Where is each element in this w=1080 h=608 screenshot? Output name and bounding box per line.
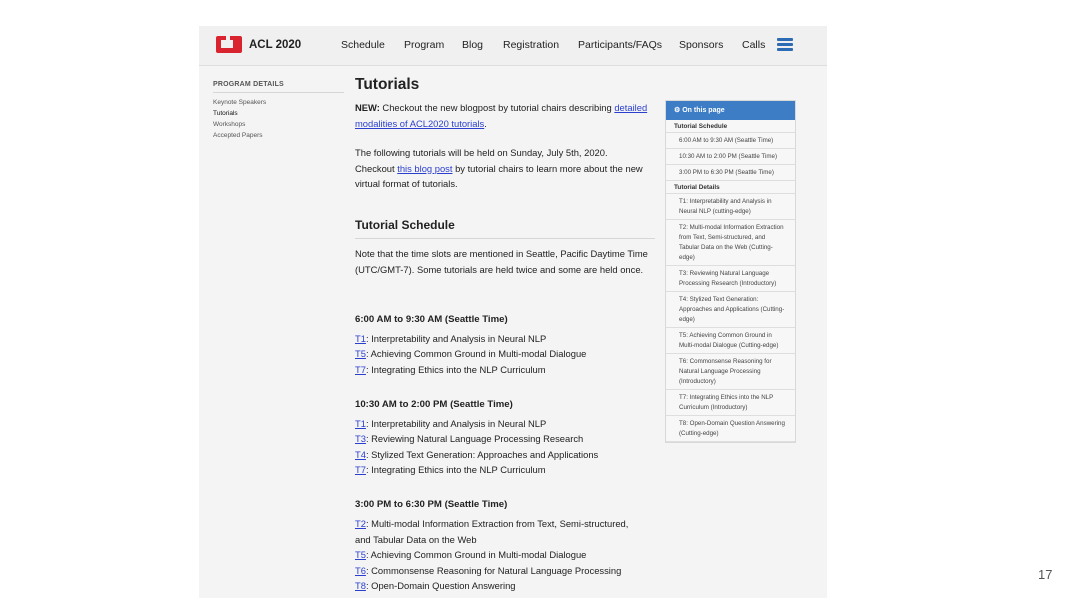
on-this-page-panel: ⚙ On this page Tutorial Schedule 6:00 AM… bbox=[665, 100, 796, 443]
tutorial-link[interactable]: T2 bbox=[355, 518, 366, 529]
tutorial-row: T1: Interpretability and Analysis in Neu… bbox=[355, 333, 546, 345]
tutorial-title: and Tabular Data on the Web bbox=[355, 534, 477, 545]
toc-item[interactable]: T4: Stylized Text Generation: Approaches… bbox=[666, 292, 795, 328]
tutorial-title: : Integrating Ethics into the NLP Curric… bbox=[365, 464, 546, 475]
tutorial-title: : Stylized Text Generation: Approaches a… bbox=[365, 449, 599, 460]
checkout-text: Checkout bbox=[355, 162, 398, 174]
toc-item[interactable]: T8: Open-Domain Question Answering (Cutt… bbox=[666, 416, 795, 442]
tutorial-row: T4: Stylized Text Generation: Approaches… bbox=[355, 449, 598, 461]
intro-end: . bbox=[484, 117, 487, 129]
blog-post-link[interactable]: this blog post bbox=[397, 163, 452, 174]
toc-item[interactable]: T6: Commonsense Reasoning for Natural La… bbox=[666, 354, 795, 390]
tutorial-link[interactable]: T6 bbox=[355, 565, 366, 576]
date-text: The following tutorials will be held on … bbox=[355, 147, 608, 158]
tutorial-title: : Integrating Ethics into the NLP Curric… bbox=[365, 364, 546, 375]
tutorial-title: : Open-Domain Question Answering bbox=[365, 580, 516, 591]
toc-section-schedule[interactable]: Tutorial Schedule bbox=[666, 120, 795, 133]
toc-item[interactable]: T1: Interpretability and Analysis in Neu… bbox=[666, 194, 795, 220]
tutorial-row: T6: Commonsense Reasoning for Natural La… bbox=[355, 565, 621, 577]
toc-item[interactable]: 3:00 PM to 6:30 PM (Seattle Time) bbox=[666, 165, 795, 181]
tutorial-row: T8: Open-Domain Question Answering bbox=[355, 580, 516, 592]
tutorial-title: : Reviewing Natural Language Processing … bbox=[365, 433, 584, 444]
page-title: Tutorials bbox=[355, 76, 420, 93]
top-navbar: ACL 2020 Schedule Program Blog Registrat… bbox=[199, 26, 827, 66]
brand-name[interactable]: ACL 2020 bbox=[249, 39, 301, 51]
toc-item[interactable]: 6:00 AM to 9:30 AM (Seattle Time) bbox=[666, 133, 795, 149]
sidebar-item-tutorials[interactable]: Tutorials bbox=[213, 110, 238, 117]
toc-item[interactable]: 10:30 AM to 2:00 PM (Seattle Time) bbox=[666, 149, 795, 165]
toc-item[interactable]: T2: Multi-modal Information Extraction f… bbox=[666, 220, 795, 266]
tutorial-link[interactable]: T7 bbox=[355, 464, 366, 475]
tutorial-row: T3: Reviewing Natural Language Processin… bbox=[355, 433, 583, 445]
sidebar-item-workshops[interactable]: Workshops bbox=[213, 121, 245, 128]
schedule-intro-paragraph: The following tutorials will be held on … bbox=[355, 145, 657, 192]
sidebar-item-accepted-papers[interactable]: Accepted Papers bbox=[213, 132, 263, 139]
tutorial-row: T5: Achieving Common Ground in Multi-mod… bbox=[355, 348, 586, 360]
slot-heading: 10:30 AM to 2:00 PM (Seattle Time) bbox=[355, 399, 513, 410]
tutorial-title: : Multi-modal Information Extraction fro… bbox=[365, 518, 629, 529]
tutorial-row: T2: Multi-modal Information Extraction f… bbox=[355, 518, 628, 530]
tutorial-row: T5: Achieving Common Ground in Multi-mod… bbox=[355, 549, 586, 561]
heading-divider bbox=[355, 238, 655, 239]
gear-icon: ⚙ bbox=[674, 107, 681, 114]
acl-logo-icon[interactable] bbox=[216, 36, 242, 53]
new-label: NEW: bbox=[355, 102, 380, 113]
tutorial-link[interactable]: T1 bbox=[355, 418, 366, 429]
tutorial-row: T1: Interpretability and Analysis in Neu… bbox=[355, 418, 546, 430]
sidebar-item-keynote-speakers[interactable]: Keynote Speakers bbox=[213, 99, 266, 106]
nav-item-schedule[interactable]: Schedule bbox=[341, 39, 385, 51]
nav-item-program[interactable]: Program bbox=[404, 39, 444, 51]
nav-item-registration[interactable]: Registration bbox=[503, 39, 559, 51]
tutorial-link[interactable]: T3 bbox=[355, 433, 366, 444]
tutorial-row: T7: Integrating Ethics into the NLP Curr… bbox=[355, 364, 546, 376]
nav-item-calls[interactable]: Calls bbox=[742, 39, 765, 51]
tutorial-link[interactable]: T1 bbox=[355, 333, 366, 344]
tutorial-title: : Commonsense Reasoning for Natural Lang… bbox=[365, 565, 622, 576]
slot-heading: 3:00 PM to 6:30 PM (Seattle Time) bbox=[355, 499, 508, 510]
tutorial-link[interactable]: T5 bbox=[355, 348, 366, 359]
tutorial-title: : Interpretability and Analysis in Neura… bbox=[365, 418, 547, 429]
sidebar-heading: PROGRAM DETAILS bbox=[213, 81, 284, 88]
tutorial-link[interactable]: T5 bbox=[355, 549, 366, 560]
hamburger-menu-icon[interactable] bbox=[777, 38, 793, 51]
toc-title: On this page bbox=[682, 107, 725, 114]
tutorial-schedule-heading: Tutorial Schedule bbox=[355, 218, 455, 232]
tutorial-title: : Achieving Common Ground in Multi-modal… bbox=[365, 549, 587, 560]
nav-item-blog[interactable]: Blog bbox=[462, 39, 483, 51]
tutorial-link[interactable]: T7 bbox=[355, 364, 366, 375]
toc-item[interactable]: T3: Reviewing Natural Language Processin… bbox=[666, 266, 795, 292]
toc-item[interactable]: T5: Achieving Common Ground in Multi-mod… bbox=[666, 328, 795, 354]
website-screenshot: ACL 2020 Schedule Program Blog Registrat… bbox=[199, 26, 827, 598]
toc-section-details[interactable]: Tutorial Details bbox=[666, 181, 795, 194]
schedule-note: Note that the time slots are mentioned i… bbox=[355, 248, 648, 275]
tutorial-row: T7: Integrating Ethics into the NLP Curr… bbox=[355, 464, 546, 476]
slot-heading: 6:00 AM to 9:30 AM (Seattle Time) bbox=[355, 314, 508, 325]
intro-text: Checkout the new blogpost by tutorial ch… bbox=[379, 102, 615, 113]
tutorial-title: : Interpretability and Analysis in Neura… bbox=[365, 333, 547, 344]
slide-page-number: 17 bbox=[1038, 567, 1053, 582]
tutorial-row-continued: and Tabular Data on the Web bbox=[355, 534, 477, 546]
tutorial-link[interactable]: T4 bbox=[355, 449, 366, 460]
toc-item[interactable]: T7: Integrating Ethics into the NLP Curr… bbox=[666, 390, 795, 416]
intro-paragraph: NEW: Checkout the new blogpost by tutori… bbox=[355, 100, 657, 131]
tutorial-link[interactable]: T8 bbox=[355, 580, 366, 591]
toc-header: ⚙ On this page bbox=[666, 101, 795, 120]
tutorial-title: : Achieving Common Ground in Multi-modal… bbox=[365, 348, 587, 359]
sidebar-divider bbox=[213, 92, 344, 93]
nav-item-participants-faqs[interactable]: Participants/FAQs bbox=[578, 39, 662, 51]
nav-item-sponsors[interactable]: Sponsors bbox=[679, 39, 723, 51]
